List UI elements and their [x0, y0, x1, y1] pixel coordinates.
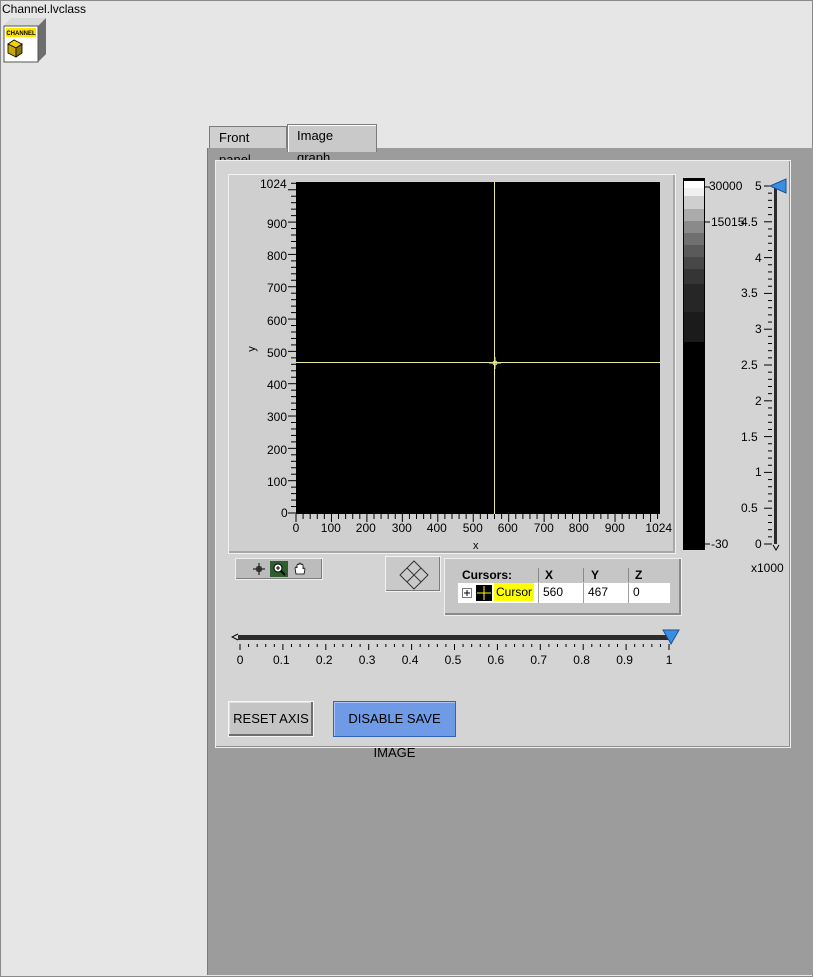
y-tick-label: 200: [267, 443, 288, 457]
y-tick-label: 100: [267, 475, 288, 489]
cursor-style-icon[interactable]: [476, 585, 492, 601]
class-name-label: Channel.lvclass: [2, 2, 87, 16]
color-ramp-min-label[interactable]: -30: [711, 537, 728, 551]
graph-palette: [235, 558, 323, 580]
x-tick-label: 500: [462, 521, 483, 535]
horizontal-slider-track[interactable]: [238, 635, 674, 640]
legend-divider: [628, 568, 629, 582]
y-tick-label[interactable]: 0: [281, 506, 288, 520]
color-ramp-gradient: [684, 181, 704, 547]
vertical-slider-tick-label: 0: [755, 537, 762, 551]
graph-axes: [288, 182, 659, 522]
cursor-tool-icon[interactable]: [250, 561, 268, 577]
channel-class-icon[interactable]: CHANNEL: [2, 16, 46, 64]
slider-multiplier-label: x1000: [751, 561, 784, 575]
vertical-slider-tick-label: 5: [755, 179, 762, 193]
horizontal-slider-tick-label: 0: [236, 653, 244, 667]
expand-plus-icon[interactable]: [462, 588, 472, 598]
cursor-y-value[interactable]: 467: [584, 583, 629, 603]
y-axis-label: y: [245, 346, 258, 352]
zoom-icon[interactable]: [270, 561, 288, 577]
color-ramp-mid-label: 15015: [711, 215, 745, 229]
horizontal-slider-tick-label: 0.1: [273, 653, 290, 667]
legend-header-x: X: [545, 568, 554, 582]
horizontal-slider-thumb[interactable]: [662, 629, 682, 645]
horizontal-slider-tick-label: 0.8: [573, 653, 590, 667]
horizontal-slider-tick-label: 0.4: [401, 653, 419, 667]
color-ramp-max-label[interactable]: 30000: [709, 179, 742, 193]
x-tick-label: 800: [568, 521, 589, 535]
x-tick-label: 300: [391, 521, 412, 535]
y-tick-label[interactable]: 1024: [260, 177, 287, 191]
class-icon-text: CHANNEL: [6, 31, 36, 37]
y-tick-label: 600: [267, 314, 288, 328]
x-tick-label[interactable]: 1024: [645, 521, 672, 535]
horizontal-slider-tick-label: 1: [665, 653, 673, 667]
vertical-slider-tick-label: 2: [755, 393, 762, 408]
cursor-z-value[interactable]: 0: [629, 583, 670, 603]
graph-navigation-button[interactable]: [385, 556, 441, 592]
x-axis-label: x: [473, 540, 479, 552]
vertical-slider-thumb[interactable]: [768, 178, 788, 194]
y-tick-label: 500: [267, 346, 288, 360]
x-tick-label: 200: [355, 521, 376, 535]
legend-row-cursor[interactable]: Cursor: [458, 583, 539, 603]
y-tick-label: 900: [267, 217, 288, 231]
vertical-slider-tick-label: 2.5: [741, 358, 758, 372]
tab-front-panel[interactable]: Front panel: [209, 126, 287, 167]
vertical-slider-track[interactable]: [774, 186, 777, 544]
legend-header-cursors: Cursors:: [462, 568, 513, 582]
vertical-slider-tick-label: 1.5: [741, 429, 758, 444]
vertical-slider-tick-label: 3.5: [741, 286, 758, 301]
vertical-slider-tick-label: 3: [755, 322, 762, 337]
y-tick-label: 800: [267, 249, 288, 263]
color-ramp[interactable]: [683, 178, 705, 550]
x-tick-label: 600: [497, 521, 518, 535]
color-ramp-ticks: [705, 186, 710, 545]
legend-header-z: Z: [635, 568, 643, 582]
horizontal-slider-tick-label: 0.2: [315, 653, 333, 667]
pan-hand-icon[interactable]: [291, 561, 309, 577]
legend-header-y: Y: [591, 568, 600, 582]
legend-divider: [583, 568, 584, 582]
vertical-slider-tick-label: 4.5: [741, 214, 758, 229]
navigation-diamond-icon: [399, 560, 429, 590]
cursor-name[interactable]: Cursor: [494, 583, 535, 601]
vertical-slider-tick-label: 4: [755, 250, 762, 265]
x-tick-label: 700: [533, 521, 554, 535]
cursor-x-value[interactable]: 560: [539, 583, 584, 603]
horizontal-slider-tick-label: 0.3: [358, 653, 376, 667]
tab-image-graph[interactable]: Image graph: [287, 124, 377, 165]
horizontal-slider-tick-label: 0.5: [444, 653, 462, 667]
y-tick-label: 700: [267, 281, 288, 295]
disable-save-image-button[interactable]: DISABLE SAVE IMAGE: [333, 701, 456, 760]
horizontal-slider-tick-label: 0.9: [616, 653, 633, 667]
x-tick-label: 400: [426, 521, 447, 535]
x-tick-label[interactable]: 0: [293, 521, 300, 535]
y-tick-label: 300: [267, 410, 288, 424]
y-tick-label: 400: [267, 378, 288, 392]
reset-axis-button[interactable]: RESET AXIS: [228, 701, 314, 737]
x-tick-label: 900: [604, 521, 625, 535]
horizontal-slider-tick-label: 0.6: [487, 653, 505, 667]
vertical-slider-end-icon: [772, 544, 780, 551]
horizontal-slider-tick-label: 0.7: [530, 653, 548, 667]
vertical-slider-tick-label: 1: [755, 465, 762, 480]
legend-divider: [538, 568, 539, 582]
x-tick-label: 100: [320, 521, 341, 535]
vertical-slider-tick-label: 0.5: [741, 501, 758, 516]
